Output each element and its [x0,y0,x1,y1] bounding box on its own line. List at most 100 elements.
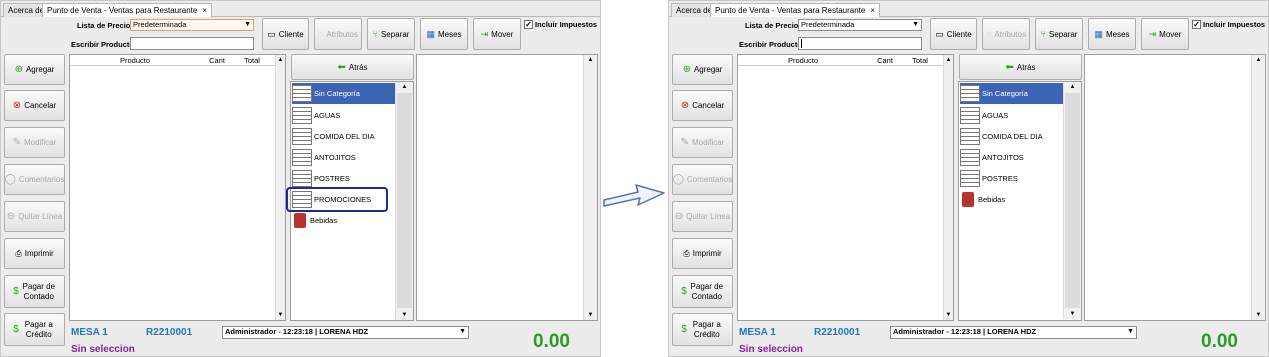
category-item[interactable]: POSTRES [292,168,397,189]
separar-button[interactable]: ⑂ Separar [1035,18,1083,50]
column-total[interactable]: Total [238,56,266,65]
folio-label: R2210001 [814,327,861,338]
separar-button[interactable]: ⑂ Separar [367,18,415,50]
category-item[interactable]: AGUAS [292,105,397,126]
category-item[interactable]: Sin Categoría [960,83,1065,104]
scroll-down-icon[interactable]: ▼ [1252,310,1265,320]
category-item[interactable]: ANTOJITOS [960,147,1065,168]
mover-button[interactable]: ⇥ Mover [1141,18,1189,50]
escribir-producto-label: Escribir Producto [739,40,802,49]
edit-icon: ✎ [12,136,21,148]
cliente-button[interactable]: ▭ Cliente [262,18,309,50]
imprimir-button[interactable]: ⎙ Imprimir [672,238,733,269]
category-scrollbar[interactable]: ▲ ▼ [1063,82,1081,319]
scroll-up-icon[interactable]: ▲ [584,55,597,65]
cliente-button[interactable]: ▭ Cliente [930,18,977,50]
atras-button[interactable]: ⬅ Atrás [959,54,1082,80]
lista-precios-select[interactable]: Predeterminada ▼ [130,19,254,31]
grid-scrollbar[interactable]: ▲ ▼ [943,55,953,320]
category-item[interactable]: COMIDA DEL DIA [292,126,397,147]
column-producto[interactable]: Producto [738,56,868,65]
edit-icon: ✎ [680,136,689,148]
atras-button[interactable]: ⬅ Atrás [291,54,414,80]
sin-seleccion-label: Sin seleccion [739,344,803,355]
agregar-button[interactable]: ⊕ Agregar [672,54,733,85]
comment-icon: ◯ [672,173,684,185]
category-list[interactable]: Sin Categoría AGUAS COMIDA DEL DIA ANTOJ… [958,81,1082,321]
pagar-credito-button[interactable]: $ Pagar a Crédito [4,313,65,346]
usuario-select[interactable]: Administrador - 12:23:18 | LORENA HDZ ▼ [890,326,1137,339]
grid-icon [292,107,312,124]
pos-window-before: Acerca de Punto de Venta - Ventas para R… [0,0,601,357]
imprimir-button[interactable]: ⎙ Imprimir [4,238,65,269]
text-caret [801,39,802,48]
products-scrollbar[interactable]: ▲ ▼ [583,55,597,320]
order-grid[interactable]: Producto Cant Total ▲ ▼ [69,54,286,321]
scroll-up-icon[interactable]: ▲ [1064,82,1081,92]
category-item[interactable]: POSTRES [960,168,1065,189]
scroll-down-icon[interactable]: ▼ [1064,309,1081,319]
scroll-down-icon[interactable]: ▼ [276,310,285,320]
cancelar-button[interactable]: ⊗ Cancelar [4,90,65,121]
agregar-button[interactable]: ⊕ Agregar [4,54,65,85]
category-item[interactable]: AGUAS [960,105,1065,126]
modificar-button[interactable]: ✎ Modificar [672,127,733,158]
category-item[interactable]: Bebidas [292,210,397,231]
category-item[interactable]: Sin Categoría [292,83,397,104]
products-panel[interactable]: ▲ ▼ [1084,54,1266,321]
scroll-thumb[interactable] [1065,93,1080,308]
checkmark-icon: ✓ [1192,20,1201,29]
column-cant[interactable]: Cant [204,56,230,65]
comentarios-button[interactable]: ◯ Comentarios [672,164,733,195]
scroll-up-icon[interactable]: ▲ [1252,55,1265,65]
category-item[interactable]: COMIDA DEL DIA [960,126,1065,147]
escribir-producto-input[interactable] [130,37,254,50]
mover-button[interactable]: ⇥ Mover [473,18,521,50]
grid-icon [292,85,312,102]
modificar-button[interactable]: ✎ Modificar [4,127,65,158]
column-cant[interactable]: Cant [872,56,898,65]
close-icon[interactable]: × [870,6,875,15]
lista-precios-select[interactable]: Predeterminada ▼ [798,19,922,31]
products-panel[interactable]: ▲ ▼ [416,54,598,321]
cancelar-button[interactable]: ⊗ Cancelar [672,90,733,121]
escribir-producto-input[interactable] [798,37,922,50]
atributos-button[interactable]: ◌ Atributos [314,18,362,50]
close-icon[interactable]: × [202,6,207,15]
scroll-down-icon[interactable]: ▼ [396,310,413,320]
quitar-linea-button[interactable]: ⊖ Quitar Línea [672,201,733,232]
attributes-icon: ◌ [986,29,992,39]
pagar-contado-button[interactable]: $ Pagar de Contado [672,275,733,308]
chevron-down-icon: ▼ [244,21,251,28]
scroll-up-icon[interactable]: ▲ [396,82,413,92]
scroll-down-icon[interactable]: ▼ [584,310,597,320]
grid-scrollbar[interactable]: ▲ ▼ [275,55,285,320]
sin-seleccion-label: Sin seleccion [71,344,135,355]
tab-punto-de-venta[interactable]: Punto de Venta - Ventas para Restaurante… [42,3,212,17]
tab-punto-de-venta[interactable]: Punto de Venta - Ventas para Restaurante… [710,3,880,17]
comentarios-button[interactable]: ◯ Comentarios [4,164,65,195]
scroll-up-icon[interactable]: ▲ [944,55,953,65]
quitar-linea-button[interactable]: ⊖ Quitar Línea [4,201,65,232]
scroll-thumb[interactable] [397,93,412,308]
usuario-select[interactable]: Administrador - 12:23:18 | LORENA HDZ ▼ [222,326,469,339]
pagar-contado-button[interactable]: $ Pagar de Contado [4,275,65,308]
total-amount: 0.00 [1201,331,1238,352]
scroll-up-icon[interactable]: ▲ [276,55,285,65]
meses-button[interactable]: ▦ Meses [1088,18,1136,50]
category-scrollbar[interactable]: ▲ ▼ [395,82,413,320]
incluir-impuestos-checkbox[interactable]: ✓ Incluir Impuestos [524,20,597,29]
right-arrow-icon [603,184,665,207]
atributos-button[interactable]: ◌ Atributos [982,18,1030,50]
order-grid[interactable]: Producto Cant Total ▲ ▼ [737,54,954,321]
meses-button[interactable]: ▦ Meses [420,18,468,50]
category-item[interactable]: Bebidas [960,189,1065,210]
products-scrollbar[interactable]: ▲ ▼ [1251,55,1265,320]
scroll-down-icon[interactable]: ▼ [944,310,953,320]
incluir-impuestos-checkbox[interactable]: ✓ Incluir Impuestos [1192,20,1265,29]
pagar-credito-button[interactable]: $ Pagar a Crédito [672,313,733,346]
column-producto[interactable]: Producto [70,56,200,65]
grid-icon [960,85,980,102]
category-item[interactable]: ANTOJITOS [292,147,397,168]
column-total[interactable]: Total [906,56,934,65]
